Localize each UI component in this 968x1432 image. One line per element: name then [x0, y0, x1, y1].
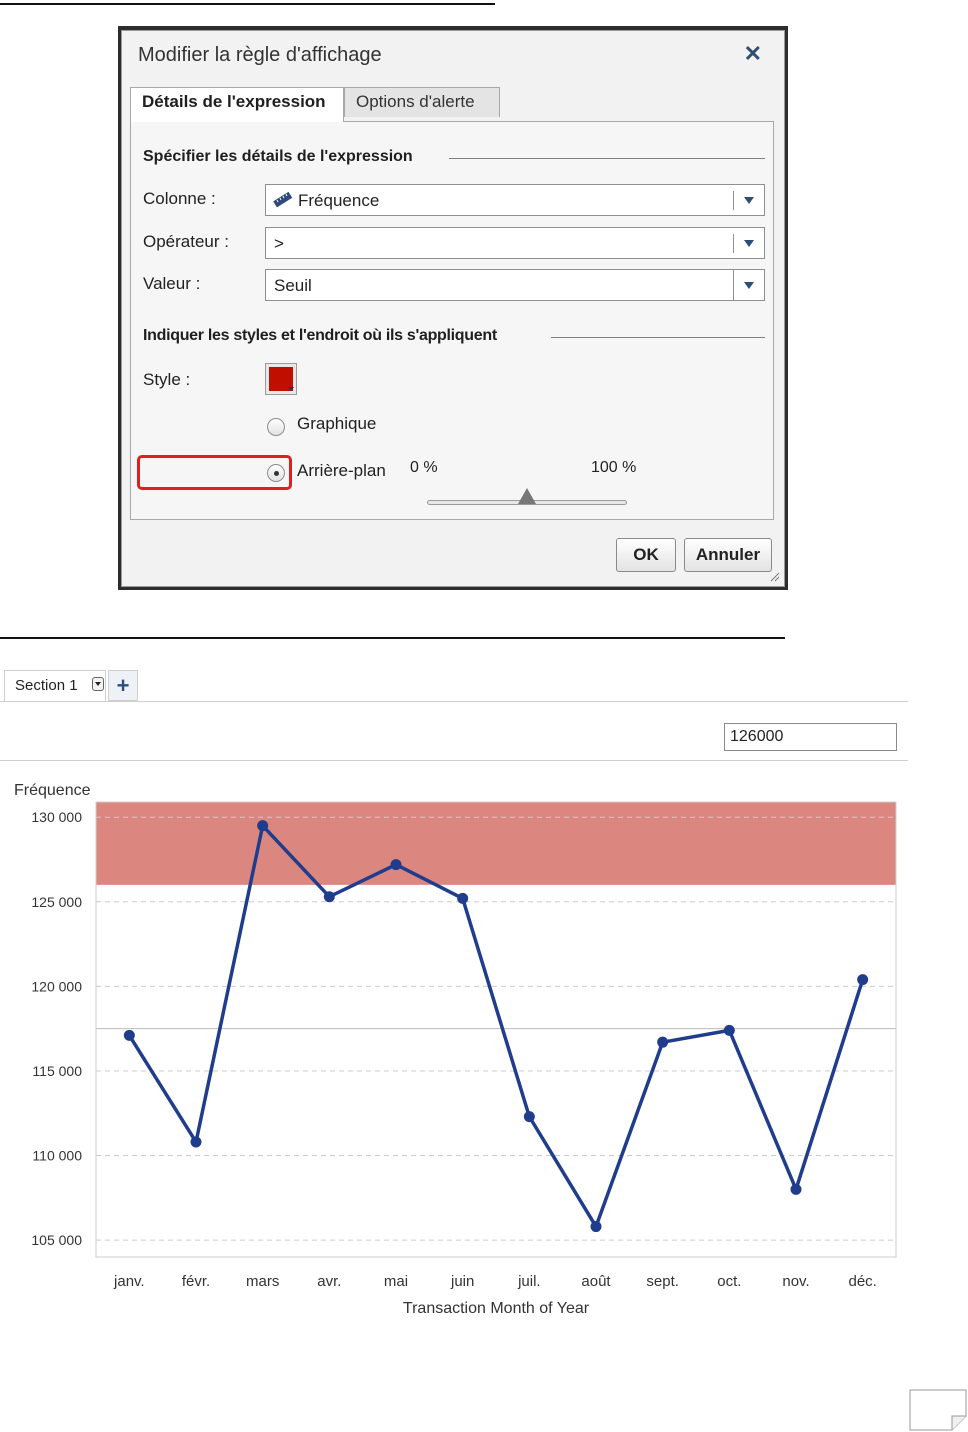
- dialog-title: Modifier la règle d'affichage: [138, 44, 382, 66]
- data-point[interactable]: [457, 892, 469, 904]
- resize-grip-icon[interactable]: [768, 570, 780, 582]
- tabs-divider: [0, 701, 908, 702]
- series-line: [127, 823, 865, 1229]
- x-axis-title: Transaction Month of Year: [403, 1300, 590, 1317]
- radio-background[interactable]: [267, 464, 285, 482]
- cancel-button[interactable]: Annuler: [684, 538, 772, 572]
- column-value: Fréquence: [298, 191, 380, 210]
- data-point[interactable]: [323, 891, 335, 903]
- combo-separator: [733, 270, 734, 300]
- radio-selected-dot: [274, 471, 279, 476]
- data-point[interactable]: [523, 1111, 535, 1123]
- y-tick-label: 130 000: [31, 809, 82, 825]
- close-icon[interactable]: ✕: [744, 41, 762, 67]
- column-label: Colonne :: [143, 189, 216, 208]
- page-corner-icon: [909, 1389, 967, 1431]
- radio-graph-label[interactable]: Graphique: [297, 414, 376, 434]
- value-select[interactable]: Seuil: [265, 269, 765, 301]
- section-tab-label: Section 1: [15, 677, 78, 694]
- style-color-picker[interactable]: [265, 363, 297, 395]
- data-point[interactable]: [857, 974, 869, 986]
- threshold-band: [96, 802, 896, 885]
- section-divider: [551, 337, 765, 338]
- style-label: Style :: [143, 370, 191, 389]
- y-tick-label: 115 000: [32, 1063, 82, 1079]
- data-point[interactable]: [657, 1036, 669, 1048]
- data-point[interactable]: [723, 1024, 735, 1036]
- section-expression-heading: Spécifier les détails de l'expression: [143, 148, 413, 165]
- x-tick-label: avr.: [317, 1273, 341, 1290]
- section-tab[interactable]: Section 1: [4, 670, 106, 701]
- combo-separator: [733, 234, 734, 253]
- y-tick-label: 125 000: [31, 894, 82, 910]
- value-label: Valeur :: [143, 274, 201, 293]
- x-tick-label: janv.: [113, 1273, 145, 1290]
- x-tick-label: août: [581, 1273, 611, 1290]
- controls-divider: [0, 760, 908, 761]
- value-value: Seuil: [274, 276, 312, 295]
- data-point[interactable]: [123, 1029, 135, 1041]
- chevron-down-icon[interactable]: [744, 197, 754, 204]
- transparency-min-label: 0 %: [410, 459, 438, 476]
- display-rule-dialog: Modifier la règle d'affichage ✕ Détails …: [121, 30, 785, 587]
- chevron-down-icon[interactable]: [744, 240, 754, 247]
- data-point[interactable]: [390, 859, 402, 871]
- radio-graph[interactable]: [267, 418, 285, 436]
- add-section-button[interactable]: +: [108, 670, 138, 701]
- tab-alert-options[interactable]: Options d'alerte: [344, 87, 500, 117]
- y-tick-label: 110 000: [32, 1148, 82, 1164]
- radio-background-label[interactable]: Arrière-plan: [297, 461, 386, 481]
- section-menu-icon[interactable]: [92, 677, 104, 691]
- top-divider: [0, 3, 495, 5]
- x-tick-label: mars: [246, 1273, 279, 1290]
- y-axis-title: Fréquence: [14, 782, 91, 799]
- line-chart: 105 000 110 000 115 000 120 000 125 000 130 0…: [14, 782, 897, 1317]
- transparency-slider-thumb[interactable]: [518, 488, 536, 504]
- data-point[interactable]: [590, 1221, 602, 1233]
- section-divider: [449, 158, 765, 159]
- data-point[interactable]: [190, 1136, 202, 1148]
- expression-panel: Spécifier les détails de l'expression Co…: [130, 121, 774, 520]
- chevron-down-icon: [288, 387, 294, 391]
- x-tick-label: nov.: [782, 1273, 809, 1290]
- measure-ruler-icon: [273, 192, 293, 208]
- combo-separator: [733, 191, 734, 210]
- chevron-down-icon[interactable]: [744, 282, 754, 289]
- ok-button[interactable]: OK: [616, 538, 676, 572]
- transparency-max-label: 100 %: [591, 459, 637, 476]
- tab-expression-details[interactable]: Détails de l'expression: [130, 87, 344, 122]
- x-tick-label: juin: [450, 1273, 474, 1290]
- threshold-input[interactable]: [724, 723, 897, 751]
- data-point[interactable]: [257, 820, 269, 832]
- x-tick-label: sept.: [646, 1273, 679, 1290]
- x-tick-label: févr.: [182, 1273, 210, 1290]
- operator-select[interactable]: >: [265, 227, 765, 259]
- section-styles-heading: Indiquer les styles et l'endroit où ils …: [143, 327, 497, 344]
- x-tick-label: oct.: [717, 1273, 741, 1290]
- column-select[interactable]: Fréquence: [265, 184, 765, 216]
- operator-value: >: [274, 234, 284, 253]
- y-tick-label: 105 000: [31, 1232, 82, 1248]
- x-tick-label: mai: [384, 1273, 408, 1290]
- x-tick-label: juil.: [517, 1273, 541, 1290]
- middle-divider: [0, 637, 785, 639]
- data-point[interactable]: [790, 1183, 802, 1195]
- y-tick-label: 120 000: [31, 978, 82, 994]
- x-tick-label: déc.: [848, 1273, 876, 1290]
- operator-label: Opérateur :: [143, 232, 229, 251]
